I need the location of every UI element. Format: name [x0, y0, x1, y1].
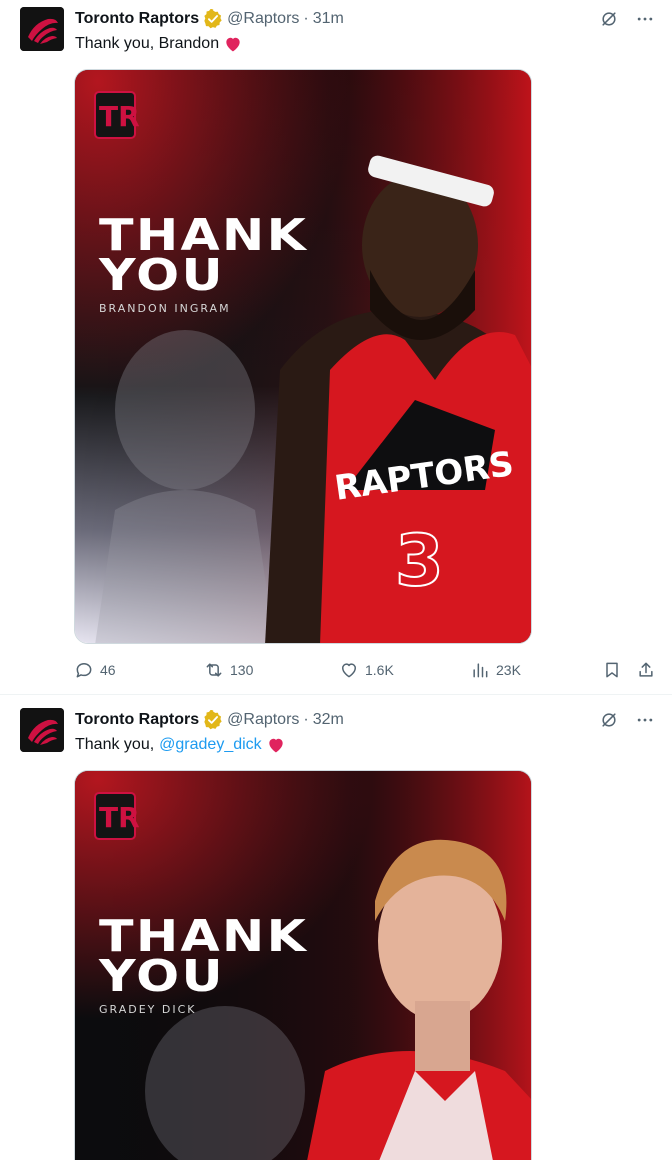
tweet-header: Toronto Raptors @Raptors · 31m [75, 8, 344, 30]
separator-dot: · [303, 10, 309, 27]
timestamp[interactable]: 31m [313, 10, 344, 28]
reply-count: 46 [100, 662, 116, 678]
tweet-media-image[interactable]: RAPTORS 3 TR THANK YOU BRANDON INGRAM [74, 69, 532, 644]
svg-text:TR: TR [99, 801, 139, 834]
repost-button[interactable]: 130 [204, 658, 253, 682]
poster-player-name: BRANDON INGRAM [99, 302, 231, 315]
poster-logo-icon: TR [94, 792, 139, 840]
bookmark-button[interactable] [602, 658, 622, 682]
poster-logo-icon: TR [94, 91, 139, 139]
red-heart-icon [266, 735, 286, 755]
like-count: 1.6K [365, 662, 394, 678]
reply-button[interactable]: 46 [74, 658, 116, 682]
tweet-media-image[interactable]: TR THANK YOU GRADEY DICK [74, 770, 532, 1160]
tweet-top-actions [598, 8, 656, 30]
separator-dot: · [303, 711, 309, 728]
tweet-text-body: Thank you, [75, 736, 155, 753]
views-icon [473, 663, 488, 678]
grok-icon[interactable] [598, 709, 620, 731]
timestamp[interactable]: 32m [313, 711, 344, 729]
views-button[interactable]: 23K [470, 658, 521, 682]
repost-count: 130 [230, 662, 254, 678]
share-button[interactable] [636, 658, 656, 682]
poster-title-line-2: YOU [99, 250, 225, 301]
mention-link[interactable]: @gradey_dick [159, 736, 262, 754]
bookmark-icon [606, 662, 618, 678]
author-name[interactable]: Toronto Raptors [75, 10, 199, 28]
avatar[interactable] [20, 7, 64, 51]
raptors-claw-logo [20, 708, 64, 752]
reply-icon [76, 663, 92, 678]
raptors-claw-logo [20, 7, 64, 51]
share-icon [639, 662, 653, 677]
svg-text:TR: TR [99, 100, 139, 133]
tweet-actions-bar: 46 130 1.6K 23K [74, 658, 664, 682]
tweet-header: Toronto Raptors @Raptors · 32m [75, 709, 344, 731]
grok-icon[interactable] [598, 8, 620, 30]
more-icon[interactable] [634, 8, 656, 30]
verified-badge-icon [203, 710, 223, 730]
tweet-text: Thank you, Brandon [75, 33, 243, 55]
tweet-top-actions [598, 709, 656, 731]
like-button[interactable]: 1.6K [339, 658, 394, 682]
tweet-text: Thank you, @gradey_dick [75, 734, 286, 756]
poster-title-line-2: YOU [99, 951, 225, 1002]
poster-background: RAPTORS 3 [75, 70, 531, 643]
red-heart-icon [223, 34, 243, 54]
tweet[interactable]: Toronto Raptors @Raptors · 31m Thank you… [0, 0, 672, 695]
svg-text:3: 3 [395, 520, 444, 602]
views-count: 23K [496, 662, 521, 678]
verified-badge-icon [203, 9, 223, 29]
more-icon[interactable] [634, 709, 656, 731]
author-name[interactable]: Toronto Raptors [75, 711, 199, 729]
tweet-text-body: Thank you, Brandon [75, 35, 220, 52]
repost-icon [206, 663, 222, 677]
avatar[interactable] [20, 708, 64, 752]
author-handle[interactable]: @Raptors [227, 10, 299, 28]
like-icon [342, 663, 356, 678]
tweet[interactable]: Toronto Raptors @Raptors · 32m Thank you… [0, 695, 672, 1160]
author-handle[interactable]: @Raptors [227, 711, 299, 729]
poster-player-name: GRADEY DICK [99, 1003, 197, 1016]
